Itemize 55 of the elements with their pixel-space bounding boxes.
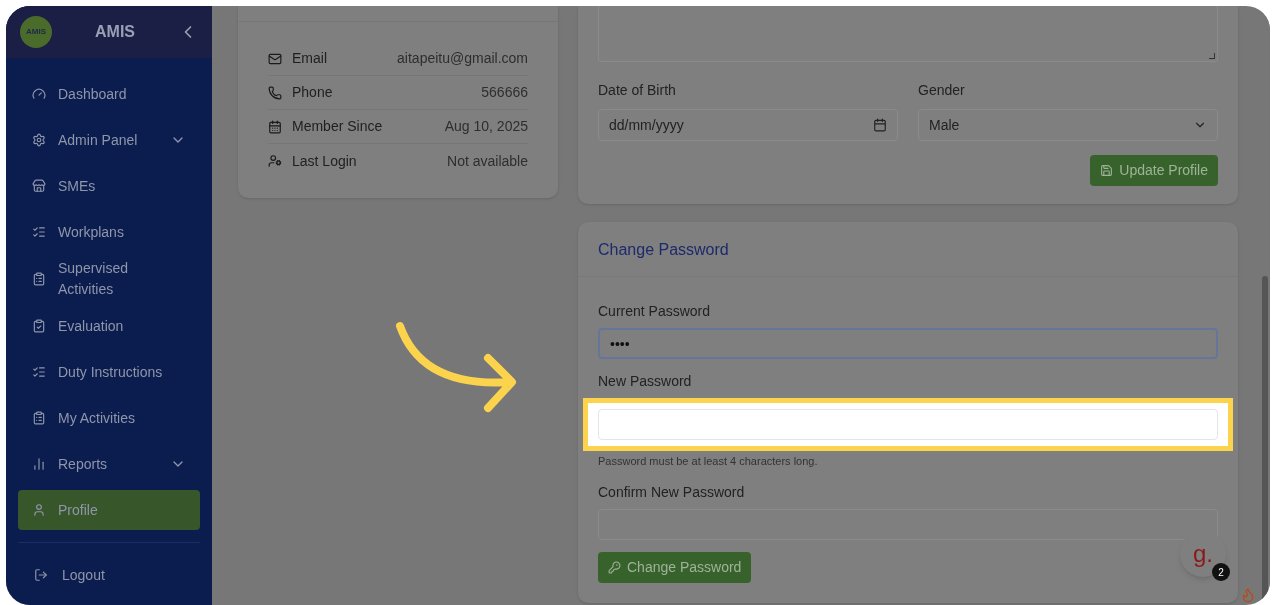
- info-label: Member Since: [292, 117, 383, 136]
- key-icon: [608, 560, 621, 574]
- field-label: Confirm New Password: [598, 482, 746, 502]
- bar-chart-icon: [32, 457, 46, 471]
- calendar-icon[interactable]: [873, 118, 887, 132]
- field-label: Current Password: [598, 302, 712, 321]
- sidebar-item[interactable]: Evaluation: [18, 306, 200, 346]
- flame-icon[interactable]: [1240, 587, 1256, 603]
- clipboard-icon: [32, 272, 46, 286]
- notification-count: 2: [1212, 563, 1230, 581]
- sidebar-item[interactable]: Admin Panel: [18, 120, 200, 160]
- info-value: aitapeitu@gmail.com: [397, 49, 528, 68]
- card-title: Change Password: [598, 241, 729, 258]
- field-label: New Password: [598, 372, 693, 391]
- field-label: Date of Birth: [598, 81, 677, 100]
- update-profile-button[interactable]: Update Profile: [1090, 155, 1218, 186]
- checklist-icon: [32, 365, 46, 379]
- sidebar-item[interactable]: Reports: [18, 444, 200, 484]
- brand-title: AMIS: [94, 22, 136, 42]
- sidebar-item[interactable]: Dashboard: [18, 74, 200, 114]
- user-icon: [32, 503, 46, 517]
- field-label: Gender: [918, 81, 966, 100]
- sidebar-item[interactable]: Profile: [18, 490, 200, 530]
- info-value: 566666: [481, 83, 528, 102]
- save-icon: [1100, 164, 1114, 177]
- clipboard-icon: [32, 411, 46, 425]
- sidebar-item[interactable]: Workplans: [18, 212, 200, 252]
- change-password-button[interactable]: Change Password: [598, 551, 752, 583]
- logout-icon: [34, 568, 48, 582]
- password-field[interactable]: ••••: [598, 328, 1218, 359]
- info-label: Email: [292, 49, 327, 68]
- sidebar-item[interactable]: My Activities: [18, 398, 200, 438]
- date-field[interactable]: dd/mm/yyyy: [598, 109, 898, 141]
- resize-handle-icon[interactable]: [1209, 53, 1215, 59]
- sidebar-item[interactable]: Supervised Activities: [18, 258, 200, 300]
- textarea-field[interactable]: [598, 6, 1218, 62]
- clipboard-check-icon: [32, 319, 46, 333]
- checklist-icon: [32, 225, 46, 239]
- info-label: Phone: [292, 83, 333, 102]
- logout-link[interactable]: Logout: [18, 555, 200, 595]
- gender-select[interactable]: Male: [918, 109, 1218, 141]
- hint-text: Password must be at least 4 characters long.: [598, 454, 819, 469]
- store-icon: [32, 179, 46, 193]
- logo: AMIS: [20, 16, 52, 48]
- calendar-icon: [268, 119, 282, 134]
- info-value: Not available: [447, 151, 528, 171]
- sidebar-item[interactable]: SMEs: [18, 166, 200, 206]
- phone-icon: [268, 85, 282, 100]
- info-value: Aug 10, 2025: [444, 117, 528, 136]
- sidebar-item[interactable]: Duty Instructions: [18, 352, 200, 392]
- scrollbar-thumb[interactable]: [1262, 276, 1268, 601]
- envelope-icon: [268, 51, 282, 66]
- gauge-icon: [32, 87, 46, 101]
- info-label: Last Login: [292, 151, 357, 171]
- gear-icon: [32, 133, 46, 147]
